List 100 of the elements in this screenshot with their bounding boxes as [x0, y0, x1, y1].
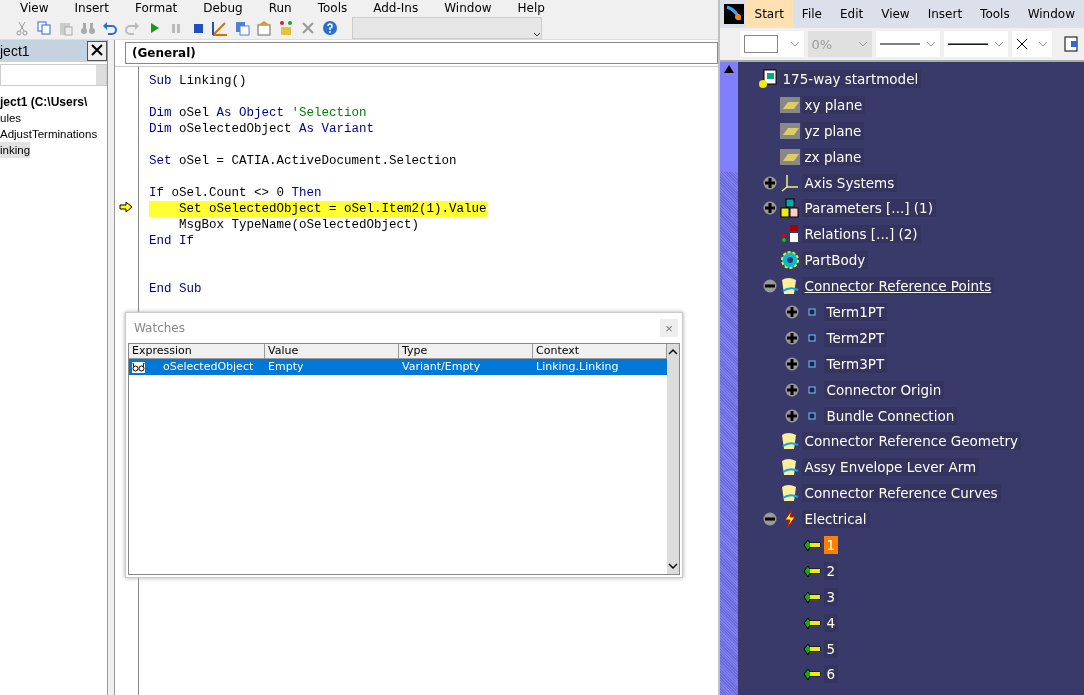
collapse-icon[interactable] [762, 512, 777, 527]
menu-item[interactable]: File [792, 0, 831, 28]
panel-title: ject1 [0, 43, 30, 59]
tree-item[interactable]: 3 [823, 587, 839, 606]
tree-item[interactable]: Connector Reference Curves [801, 484, 1001, 503]
tree-item[interactable]: Term3PT [823, 354, 888, 373]
cell-text: Empty [268, 359, 304, 375]
geometry-set-icon [779, 276, 800, 297]
tree-item[interactable]: PartBody [801, 251, 869, 270]
collapse-icon[interactable] [762, 279, 777, 294]
chevron-icon [857, 41, 868, 47]
tree-item[interactable]: 6 [823, 665, 839, 684]
expand-icon[interactable] [762, 175, 777, 190]
menu-item[interactable]: Add-Ins [373, 1, 419, 15]
table-cell[interactable]: oSelectedObject [129, 359, 265, 375]
project-item[interactable]: ject1 (C:\Users\ [0, 94, 88, 110]
table-cell[interactable]: Variant/Empty [399, 359, 533, 375]
chevron-icon [925, 41, 936, 47]
color-dropdown[interactable] [739, 31, 804, 57]
table-cell[interactable]: Empty [265, 359, 399, 375]
part-icon [757, 68, 778, 89]
tree-item[interactable]: zx plane [801, 147, 865, 166]
expand-icon[interactable] [784, 408, 799, 423]
menu-item[interactable]: Tools [971, 0, 1019, 28]
menu-item[interactable]: Window [1018, 0, 1084, 28]
menu-item[interactable]: Window [444, 1, 492, 15]
menu-item[interactable]: Insert [74, 1, 109, 15]
menu-item[interactable]: View [20, 1, 49, 15]
menu-item[interactable]: View [872, 0, 919, 28]
copy-icon[interactable] [36, 19, 52, 36]
tree-item[interactable]: Assy Envelope Lever Arm [801, 458, 980, 477]
project-item[interactable]: inking [0, 142, 31, 158]
tree-item[interactable]: Relations [...] (2) [801, 225, 921, 244]
menu-item[interactable]: Format [134, 1, 178, 15]
object-dropdown[interactable]: (General) [125, 42, 718, 64]
object-browser-icon[interactable] [278, 19, 294, 36]
scroll-down-icon[interactable] [668, 562, 678, 570]
code-line: Dim oSelectedObject As Variant [149, 121, 375, 137]
tree-item[interactable]: Axis Systems [801, 173, 898, 192]
help-icon[interactable] [322, 19, 338, 36]
menu-item[interactable]: Edit [830, 0, 873, 28]
chevron-icon [993, 41, 1004, 47]
tree-item[interactable]: Electrical [801, 510, 870, 529]
tree-item[interactable]: Connector Reference Points [801, 277, 995, 296]
column-header[interactable]: Value [265, 344, 399, 359]
tree-item[interactable]: 2 [823, 561, 839, 580]
line-type-dropdown[interactable] [875, 31, 940, 57]
tree-item[interactable]: Connector Reference Geometry [801, 432, 1022, 451]
chevron-icon [789, 41, 800, 47]
layer-icon[interactable] [1063, 36, 1078, 52]
expand-icon[interactable] [784, 330, 799, 345]
expand-icon[interactable] [784, 382, 799, 397]
menu-item[interactable]: Run [268, 1, 292, 15]
code-line: Dim oSel As Object 'Selection [149, 105, 367, 121]
axis-icon [779, 172, 800, 193]
column-header[interactable]: Expression [129, 344, 265, 359]
code-line: End If [149, 233, 194, 249]
cross-icon [1015, 38, 1028, 50]
menu-item[interactable]: Help [517, 1, 545, 15]
app-logo-icon [723, 4, 744, 24]
code-line: End Sub [149, 281, 202, 297]
tree-item[interactable]: Parameters [...] (1) [801, 199, 936, 218]
menu-item[interactable]: Debug [203, 1, 243, 15]
project-item[interactable]: AdjustTerminations [0, 126, 98, 142]
menu-item[interactable]: Start [745, 0, 793, 28]
project-item[interactable]: ules [0, 110, 22, 126]
expand-icon[interactable] [784, 304, 799, 319]
code-line: Sub Linking() [149, 73, 247, 89]
column-header[interactable]: Context [533, 344, 667, 359]
scroll-thumb[interactable] [719, 62, 738, 172]
code-line: MsgBox TypeName(oSelectedObject) [178, 217, 420, 233]
plane-icon [779, 146, 800, 167]
close-button[interactable] [87, 41, 107, 61]
line-thickness-dropdown[interactable] [943, 31, 1008, 57]
table-cell[interactable]: Linking.Linking [533, 359, 667, 375]
expand-icon[interactable] [784, 356, 799, 371]
close-button[interactable]: × [660, 319, 678, 337]
tree-item[interactable]: Term1PT [823, 302, 888, 321]
column-header[interactable]: Type [399, 344, 533, 359]
tree-item[interactable]: 5 [823, 639, 839, 658]
chevron-icon [1037, 41, 1048, 47]
point-icon [807, 411, 816, 420]
point-icon [807, 385, 816, 394]
relations-icon [779, 224, 800, 245]
tree-item[interactable]: Term2PT [823, 328, 888, 347]
tree-item[interactable]: 175-way startmodel [779, 69, 922, 88]
dropdown-field[interactable] [0, 64, 107, 86]
tree-item[interactable]: Bundle Connection [823, 406, 958, 425]
expand-icon[interactable] [762, 201, 777, 216]
menu-item[interactable]: Tools [317, 1, 348, 15]
point-symbol-dropdown[interactable] [1011, 31, 1052, 57]
scroll-up-icon[interactable] [668, 348, 678, 356]
tree-item[interactable]: Connector Origin [823, 380, 945, 399]
tree-item[interactable]: yz plane [801, 121, 865, 140]
scroll-up-icon[interactable] [722, 64, 735, 74]
tree-item[interactable]: xy plane [801, 95, 866, 114]
gear-icon [779, 250, 800, 271]
blocks-icon [779, 198, 800, 219]
tree-item[interactable]: 4 [823, 613, 839, 632]
menu-item[interactable]: Insert [918, 0, 972, 28]
